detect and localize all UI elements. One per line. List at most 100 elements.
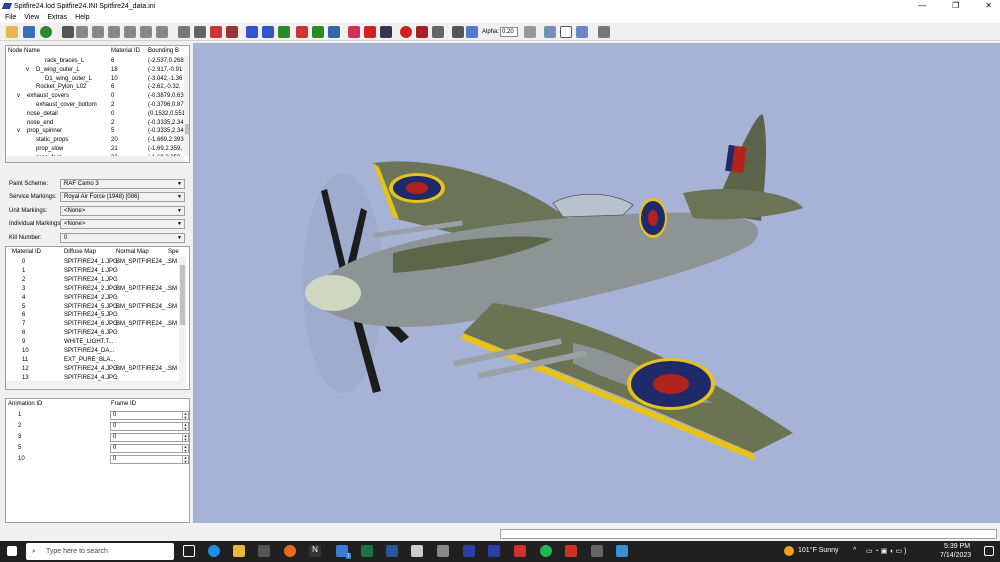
mat-header-diffuse[interactable]: Diffuse Map (64, 248, 96, 257)
taskbar-search[interactable]: ⌕ Type here to search (26, 543, 174, 560)
materials-vscrollbar[interactable] (179, 257, 186, 381)
store-icon[interactable] (258, 545, 270, 557)
tree-node-name[interactable]: nose_detail (27, 110, 58, 119)
mat-row-id[interactable]: 2 (22, 276, 25, 285)
mat-row-spec[interactable]: SM (168, 258, 177, 267)
tree-expander-icon[interactable]: v (17, 92, 20, 101)
axis-icon[interactable] (560, 26, 572, 38)
setting-combobox[interactable]: <None> ▼ (60, 205, 185, 216)
tree-node-name[interactable]: static_props (36, 136, 68, 145)
mat-row-id[interactable]: 1 (22, 267, 25, 276)
frame-id-stepper[interactable]: 0 ▲ ▼ (110, 455, 189, 464)
setting-combobox[interactable]: <None> ▼ (60, 219, 185, 230)
shape-grey-icon[interactable] (432, 26, 444, 38)
minimize-button[interactable]: — (918, 0, 926, 12)
tree-node-name[interactable]: prop_slow (36, 145, 63, 154)
mat-row-diffuse[interactable]: SPITFIRE24_1.JPG (64, 258, 118, 267)
alpha-input[interactable]: 0.20 (500, 27, 519, 37)
mat-row-id[interactable]: 11 (22, 356, 28, 365)
tray-icons[interactable]: ▭ ◔ ▣ ◖ ▭ ) (866, 547, 906, 555)
bounding-box-icon[interactable] (524, 26, 536, 38)
mat-row-diffuse[interactable]: SPITFIRE24_4.JPG (64, 365, 118, 374)
mat-row-diffuse[interactable]: EXT_PURE_BLA... (64, 356, 115, 365)
open-folder-icon[interactable] (6, 26, 18, 38)
mat-row-spec[interactable]: SM (168, 320, 177, 329)
cube-green-icon[interactable] (278, 26, 290, 38)
tree-vscrollbar[interactable] (184, 56, 189, 156)
plane-app-icon[interactable] (463, 545, 475, 557)
edge-icon[interactable] (208, 545, 220, 557)
spotify-icon[interactable] (540, 545, 552, 557)
mat-row-diffuse[interactable]: SPITFIRE24_5.JPG (64, 303, 118, 312)
mat-row-diffuse[interactable]: SPITFIRE24_5.JPG (64, 311, 118, 320)
mat-row-id[interactable]: 8 (22, 329, 25, 338)
tree-node-name[interactable]: nose_end (27, 119, 53, 128)
lod-viewer-icon[interactable] (488, 545, 500, 557)
tree-hscrollbar[interactable] (6, 156, 184, 162)
anim-header-frame[interactable]: Frame ID (111, 400, 136, 409)
menu-view[interactable]: View (24, 14, 39, 21)
camera-icon[interactable] (576, 26, 588, 38)
app-n-icon[interactable]: N (309, 545, 321, 557)
chevron-down-icon[interactable]: ▼ (177, 193, 182, 201)
cube-red-icon[interactable] (210, 26, 222, 38)
mat-row-id[interactable]: 12 (22, 365, 29, 374)
tree-node-name[interactable]: exhaust_covers (27, 92, 69, 101)
tray-chevron-icon[interactable]: ^ (853, 547, 856, 554)
mat-row-normal[interactable]: BM_SPITFIRE24_... (116, 258, 170, 267)
header-bounding-box[interactable]: Bounding B (148, 47, 179, 56)
tree-expander-icon[interactable]: v (17, 127, 20, 136)
weather-text[interactable]: 101°F Sunny (798, 547, 839, 554)
render-green-icon[interactable] (312, 26, 324, 38)
tools-icon[interactable] (598, 26, 610, 38)
view-bottom-icon[interactable] (156, 26, 168, 38)
lighting-icon[interactable] (348, 26, 360, 38)
box-blue-icon[interactable] (466, 26, 478, 38)
material-dark-icon[interactable] (380, 26, 392, 38)
sphere-red-icon[interactable] (400, 26, 412, 38)
paint-icon[interactable] (616, 545, 628, 557)
view-right-icon[interactable] (124, 26, 136, 38)
grid-icon[interactable] (544, 26, 556, 38)
mat-row-diffuse[interactable]: SPITFIRE24_1.JPG (64, 276, 118, 285)
setting-combobox[interactable]: RAF Camo 3 ▼ (60, 179, 185, 189)
close-button[interactable]: ✕ (985, 0, 992, 12)
box-grey-icon[interactable] (452, 26, 464, 38)
mat-row-diffuse[interactable]: SPITFIRE24_6.JPG (64, 320, 118, 329)
menu-file[interactable]: File (5, 14, 16, 21)
frame-id-stepper[interactable]: 0 ▲ ▼ (110, 433, 189, 442)
spin-arrows-icon[interactable]: ▲ ▼ (182, 412, 188, 419)
tree-node-name[interactable]: exhaust_cover_bottom (36, 101, 97, 110)
mat-header-normal[interactable]: Normal Map (116, 248, 149, 257)
clock-date[interactable]: 7/14/2023 (940, 552, 971, 559)
mat-row-normal[interactable]: BM_SPITFIRE24_... (116, 320, 170, 329)
windows-start-icon[interactable] (7, 546, 17, 556)
menu-extras[interactable]: Extras (47, 14, 67, 21)
crosshair-icon[interactable] (62, 26, 74, 38)
render-blue-icon[interactable] (328, 26, 340, 38)
calculator-icon[interactable] (411, 545, 423, 557)
save-icon[interactable] (23, 26, 35, 38)
spin-arrows-icon[interactable]: ▲ ▼ (182, 423, 188, 430)
excel-icon[interactable] (361, 545, 373, 557)
mat-row-spec[interactable]: SM (168, 365, 177, 374)
tree-node-name[interactable]: D_wing_outer_L (36, 66, 80, 75)
mat-row-diffuse[interactable]: SPITFIRE24_6.JPG (64, 329, 118, 338)
view-left-icon[interactable] (108, 26, 120, 38)
3d-viewport[interactable] (193, 43, 1000, 523)
texture-icon[interactable] (40, 26, 52, 38)
chevron-down-icon[interactable]: ▼ (177, 207, 182, 215)
chevron-down-icon[interactable]: ▼ (177, 220, 182, 228)
mat-row-id[interactable]: 4 (22, 294, 25, 303)
mat-row-id[interactable]: 6 (22, 311, 25, 320)
materials-hscrollbar[interactable] (6, 381, 186, 388)
spin-arrows-icon[interactable]: ▲ ▼ (182, 445, 188, 452)
mat-row-diffuse[interactable]: SPITFIRE24_1.JPG (64, 267, 118, 276)
mat-row-diffuse[interactable]: SPITFIRE24_DA... (64, 347, 114, 356)
view-top-icon[interactable] (140, 26, 152, 38)
tree-node-name[interactable]: D1_wing_outer_L (45, 75, 92, 84)
frame-id-stepper[interactable]: 0 ▲ ▼ (110, 411, 189, 420)
menu-help[interactable]: Help (75, 14, 89, 21)
shield-app-icon[interactable] (565, 545, 577, 557)
setting-combobox[interactable]: Royal Air Force (1948) [006] ▼ (60, 192, 185, 203)
